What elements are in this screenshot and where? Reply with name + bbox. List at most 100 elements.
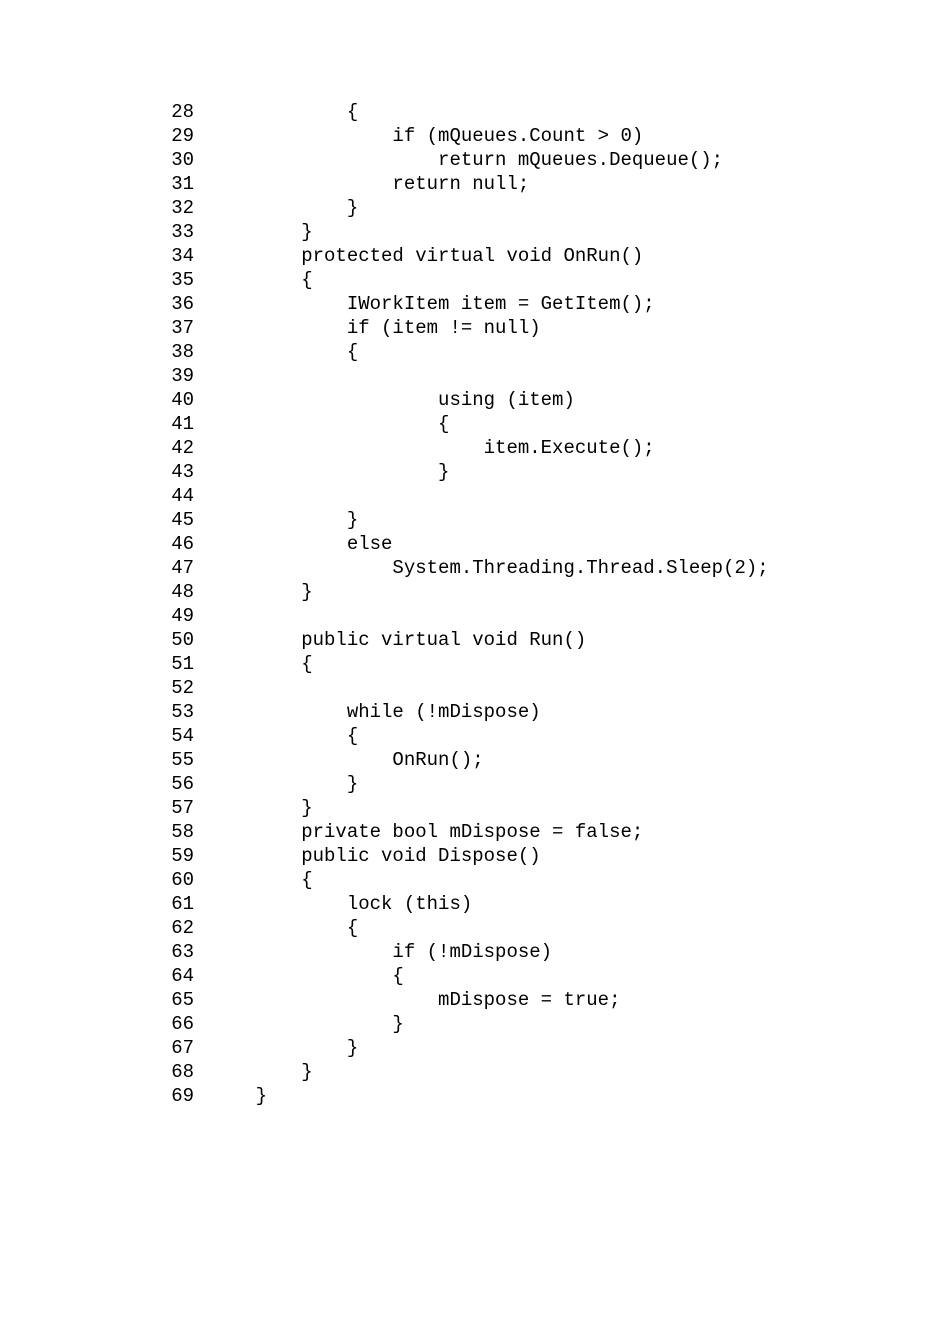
line-number: 59: [0, 844, 210, 868]
code-line: 69 }: [0, 1084, 945, 1108]
line-number: 28: [0, 100, 210, 124]
line-number: 38: [0, 340, 210, 364]
code-line: 48 }: [0, 580, 945, 604]
line-number: 53: [0, 700, 210, 724]
code-line: 36 IWorkItem item = GetItem();: [0, 292, 945, 316]
line-number: 54: [0, 724, 210, 748]
code-line: 68 }: [0, 1060, 945, 1084]
line-number: 34: [0, 244, 210, 268]
line-number: 43: [0, 460, 210, 484]
code-line: 31 return null;: [0, 172, 945, 196]
line-number: 58: [0, 820, 210, 844]
line-code: item.Execute();: [210, 436, 945, 460]
line-number: 64: [0, 964, 210, 988]
code-line: 57 }: [0, 796, 945, 820]
line-number: 45: [0, 508, 210, 532]
line-number: 37: [0, 316, 210, 340]
line-code: }: [210, 772, 945, 796]
line-number: 33: [0, 220, 210, 244]
line-number: 67: [0, 1036, 210, 1060]
line-number: 31: [0, 172, 210, 196]
code-line: 44: [0, 484, 945, 508]
line-code: }: [210, 508, 945, 532]
line-code: {: [210, 652, 945, 676]
code-line: 28 {: [0, 100, 945, 124]
code-line: 67 }: [0, 1036, 945, 1060]
line-number: 60: [0, 868, 210, 892]
line-code: }: [210, 196, 945, 220]
line-number: 30: [0, 148, 210, 172]
line-code: }: [210, 1036, 945, 1060]
line-code: }: [210, 220, 945, 244]
line-number: 52: [0, 676, 210, 700]
line-number: 49: [0, 604, 210, 628]
line-code: {: [210, 964, 945, 988]
line-number: 35: [0, 268, 210, 292]
code-line: 34 protected virtual void OnRun(): [0, 244, 945, 268]
line-number: 61: [0, 892, 210, 916]
line-code: return null;: [210, 172, 945, 196]
line-number: 68: [0, 1060, 210, 1084]
line-code: OnRun();: [210, 748, 945, 772]
code-line: 41 {: [0, 412, 945, 436]
line-number: 29: [0, 124, 210, 148]
line-number: 50: [0, 628, 210, 652]
code-line: 47 System.Threading.Thread.Sleep(2);: [0, 556, 945, 580]
line-number: 32: [0, 196, 210, 220]
line-code: {: [210, 100, 945, 124]
line-number: 57: [0, 796, 210, 820]
line-number: 44: [0, 484, 210, 508]
line-number: 56: [0, 772, 210, 796]
code-page: 28 {29 if (mQueues.Count > 0)30 return m…: [0, 0, 945, 1337]
code-line: 42 item.Execute();: [0, 436, 945, 460]
code-line: 62 {: [0, 916, 945, 940]
code-line: 49: [0, 604, 945, 628]
code-line: 52: [0, 676, 945, 700]
code-line: 45 }: [0, 508, 945, 532]
code-line: 51 {: [0, 652, 945, 676]
line-number: 62: [0, 916, 210, 940]
code-line: 66 }: [0, 1012, 945, 1036]
code-line: 50 public virtual void Run(): [0, 628, 945, 652]
code-line: 46 else: [0, 532, 945, 556]
code-line: 54 {: [0, 724, 945, 748]
code-line: 65 mDispose = true;: [0, 988, 945, 1012]
line-code: if (mQueues.Count > 0): [210, 124, 945, 148]
line-code: }: [210, 580, 945, 604]
line-code: System.Threading.Thread.Sleep(2);: [210, 556, 945, 580]
code-line: 56 }: [0, 772, 945, 796]
line-number: 41: [0, 412, 210, 436]
line-number: 40: [0, 388, 210, 412]
line-code: public void Dispose(): [210, 844, 945, 868]
line-number: 55: [0, 748, 210, 772]
line-number: 63: [0, 940, 210, 964]
code-line: 55 OnRun();: [0, 748, 945, 772]
line-number: 65: [0, 988, 210, 1012]
line-number: 42: [0, 436, 210, 460]
code-listing: 28 {29 if (mQueues.Count > 0)30 return m…: [0, 100, 945, 1108]
line-code: using (item): [210, 388, 945, 412]
line-number: 39: [0, 364, 210, 388]
line-number: 36: [0, 292, 210, 316]
line-code: while (!mDispose): [210, 700, 945, 724]
code-line: 39: [0, 364, 945, 388]
code-line: 30 return mQueues.Dequeue();: [0, 148, 945, 172]
code-line: 37 if (item != null): [0, 316, 945, 340]
line-number: 66: [0, 1012, 210, 1036]
line-code: }: [210, 1084, 945, 1108]
code-line: 32 }: [0, 196, 945, 220]
line-code: {: [210, 268, 945, 292]
line-number: 51: [0, 652, 210, 676]
line-number: 48: [0, 580, 210, 604]
line-number: 47: [0, 556, 210, 580]
code-line: 58 private bool mDispose = false;: [0, 820, 945, 844]
line-number: 69: [0, 1084, 210, 1108]
line-code: {: [210, 916, 945, 940]
code-line: 61 lock (this): [0, 892, 945, 916]
code-line: 53 while (!mDispose): [0, 700, 945, 724]
code-line: 38 {: [0, 340, 945, 364]
code-line: 29 if (mQueues.Count > 0): [0, 124, 945, 148]
line-code: if (item != null): [210, 316, 945, 340]
code-line: 40 using (item): [0, 388, 945, 412]
line-code: {: [210, 868, 945, 892]
